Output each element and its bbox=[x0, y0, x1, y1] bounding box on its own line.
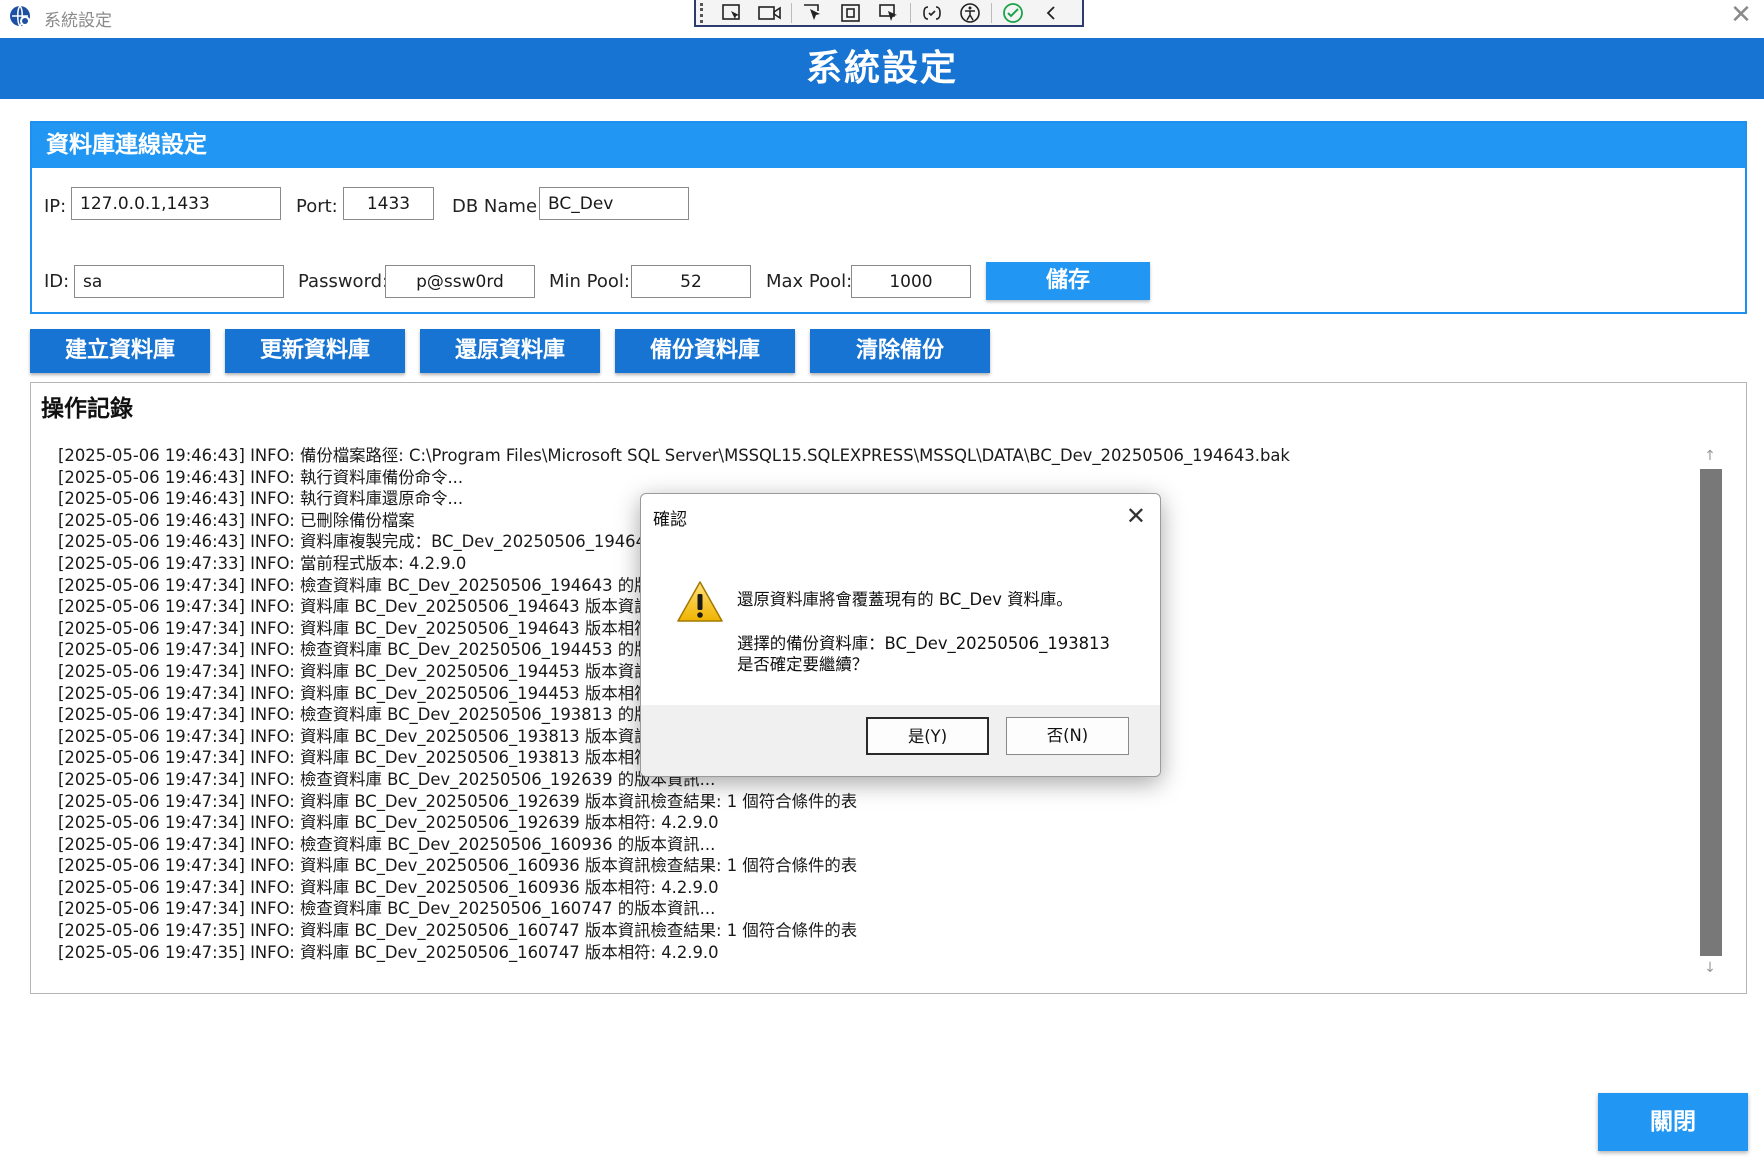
log-line: [2025-05-06 19:47:34] INFO: 檢查資料庫 BC_Dev… bbox=[58, 834, 716, 854]
ip-label: IP: bbox=[44, 196, 67, 217]
scrollbar-thumb[interactable] bbox=[1700, 469, 1722, 956]
pointer-select-icon[interactable] bbox=[794, 1, 832, 25]
hover-select-icon[interactable] bbox=[870, 1, 908, 25]
accessibility-icon[interactable] bbox=[951, 1, 989, 25]
port-input[interactable] bbox=[343, 187, 434, 220]
warning-icon bbox=[677, 581, 723, 622]
restore-db-button[interactable]: 還原資料庫 bbox=[420, 329, 600, 373]
log-line: [2025-05-06 19:47:35] INFO: 資料庫 BC_Dev_2… bbox=[58, 942, 719, 962]
id-label: ID: bbox=[44, 271, 70, 292]
log-line: [2025-05-06 19:47:34] INFO: 資料庫 BC_Dev_2… bbox=[58, 813, 719, 833]
dbname-label: DB Name: bbox=[452, 196, 544, 217]
scroll-down-arrow-icon[interactable]: ↓ bbox=[1696, 957, 1724, 979]
log-line: [2025-05-06 19:47:35] INFO: 資料庫 BC_Dev_2… bbox=[58, 921, 858, 941]
binding-icon[interactable] bbox=[913, 1, 951, 25]
dialog-yes-button[interactable]: 是(Y) bbox=[866, 717, 989, 755]
toolbar-grip-icon[interactable] bbox=[700, 2, 713, 23]
select-element-icon[interactable] bbox=[713, 1, 751, 25]
confirm-dialog: 確認 ✕ 還原資料庫將會覆蓋現有的 BC_Dev 資料庫。 選擇的備份資料庫：B… bbox=[640, 493, 1161, 777]
clear-backup-button[interactable]: 清除備份 bbox=[810, 329, 990, 373]
password-input[interactable] bbox=[385, 265, 535, 298]
log-line: [2025-05-06 19:47:34] INFO: 檢查資料庫 BC_Dev… bbox=[58, 899, 716, 919]
minpool-label: Min Pool: bbox=[549, 271, 630, 292]
scroll-up-arrow-icon[interactable]: ↑ bbox=[1696, 445, 1724, 467]
floating-debug-toolbar bbox=[694, 0, 1084, 27]
dialog-no-button[interactable]: 否(N) bbox=[1006, 717, 1129, 755]
maxpool-label: Max Pool: bbox=[766, 271, 853, 292]
log-line: [2025-05-06 19:47:34] INFO: 資料庫 BC_Dev_2… bbox=[58, 877, 719, 897]
app-globe-icon bbox=[10, 5, 30, 27]
toolbar-separator bbox=[910, 2, 911, 23]
update-db-button[interactable]: 更新資料庫 bbox=[225, 329, 405, 373]
log-scrollbar[interactable]: ↑ ↓ bbox=[1696, 445, 1724, 979]
ip-input[interactable] bbox=[71, 187, 281, 220]
dialog-message-line3: 是否確定要繼續？ bbox=[737, 655, 869, 674]
id-input[interactable] bbox=[74, 265, 284, 298]
log-line: [2025-05-06 19:47:34] INFO: 資料庫 BC_Dev_2… bbox=[58, 856, 858, 876]
db-connection-title: 資料庫連線設定 bbox=[32, 123, 1745, 168]
log-line: [2025-05-06 19:46:43] INFO: 備份檔案路徑: C:\P… bbox=[58, 446, 1290, 465]
port-label: Port: bbox=[296, 196, 338, 217]
dialog-message-line1: 還原資料庫將會覆蓋現有的 BC_Dev 資料庫。 bbox=[737, 590, 1073, 609]
window-titlebar: 系統設定 ✕ bbox=[0, 0, 1764, 34]
save-button[interactable]: 儲存 bbox=[986, 262, 1150, 300]
toolbar-separator bbox=[991, 2, 992, 23]
dialog-title: 確認 bbox=[653, 510, 687, 530]
log-line: [2025-05-06 19:46:43] INFO: 執行資料庫備份命令... bbox=[58, 467, 464, 487]
window-close-icon[interactable]: ✕ bbox=[1724, 0, 1758, 32]
check-status-icon[interactable] bbox=[994, 1, 1032, 25]
dialog-close-icon[interactable]: ✕ bbox=[1126, 502, 1146, 530]
window-title: 系統設定 bbox=[44, 11, 112, 31]
record-video-icon[interactable] bbox=[751, 1, 789, 25]
page-title: 系統設定 bbox=[0, 38, 1764, 99]
close-button[interactable]: 關閉 bbox=[1598, 1093, 1748, 1151]
collapse-chevron-icon[interactable] bbox=[1032, 1, 1070, 25]
minpool-input[interactable] bbox=[631, 265, 751, 298]
operation-log-title: 操作記錄 bbox=[41, 396, 133, 422]
password-label: Password: bbox=[298, 271, 389, 292]
maxpool-input[interactable] bbox=[851, 265, 971, 298]
frame-select-icon[interactable] bbox=[832, 1, 870, 25]
backup-db-button[interactable]: 備份資料庫 bbox=[615, 329, 795, 373]
log-line: [2025-05-06 19:47:34] INFO: 資料庫 BC_Dev_2… bbox=[58, 791, 858, 811]
toolbar-separator bbox=[791, 2, 792, 23]
dbname-input[interactable] bbox=[539, 187, 689, 220]
create-db-button[interactable]: 建立資料庫 bbox=[30, 329, 210, 373]
